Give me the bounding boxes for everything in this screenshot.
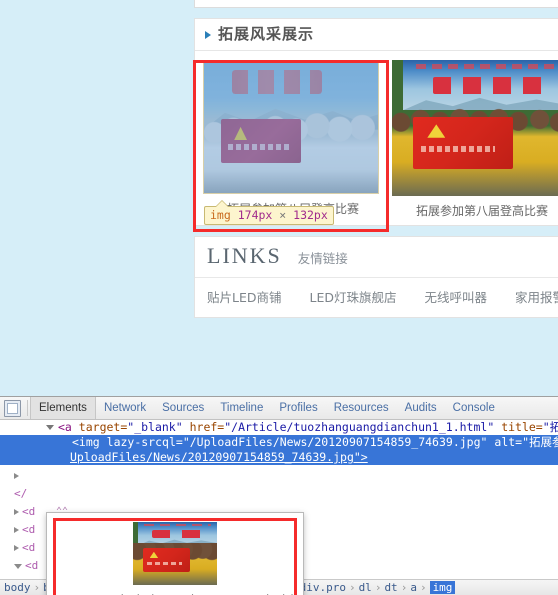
chevron-right-icon[interactable]	[14, 527, 19, 533]
chevron-right-icon[interactable]	[14, 509, 19, 515]
devtools-toolbar: Elements Network Sources Timeline Profil…	[0, 397, 558, 420]
attr-href-value: "/Article/tuozhanguangdianchun1_1.html"	[224, 420, 495, 434]
tab-elements[interactable]: Elements	[30, 397, 96, 419]
attr-alt-value: "拓展参加	[522, 435, 558, 449]
friend-link-4[interactable]: 家用报警	[515, 287, 558, 306]
triangle-right-icon	[205, 30, 211, 39]
links-section-header: LINKS 友情链接	[195, 237, 558, 278]
breadcrumb-sep: ›	[419, 581, 427, 594]
devtools-panel: Elements Network Sources Timeline Profil…	[0, 396, 558, 595]
dom-tag-img: <img	[72, 435, 100, 449]
attr-title: title=	[501, 420, 543, 434]
devtools-element-highlight	[204, 61, 378, 193]
chevron-right-icon[interactable]	[14, 473, 19, 479]
tab-timeline[interactable]: Timeline	[212, 397, 271, 419]
attr-title-value: "拓展	[542, 420, 558, 434]
attr-href: href=	[189, 420, 225, 434]
preview-flag-text	[146, 561, 182, 565]
toolbar-divider	[27, 400, 28, 416]
preview-image	[133, 522, 217, 585]
gallery-section: 拓展风采展示 拓展参加第八届登高比赛	[194, 18, 558, 226]
dock-window-icon[interactable]	[4, 399, 21, 417]
tab-console[interactable]: Console	[445, 397, 503, 419]
chevron-right-icon[interactable]	[14, 545, 19, 551]
breadcrumb-item-0[interactable]: body	[4, 581, 31, 594]
gallery-section-title: 拓展风采展示	[218, 25, 315, 43]
links-title-cn: 友情链接	[297, 251, 348, 266]
gallery-item-1[interactable]: 拓展参加第八届登高比赛	[203, 60, 383, 219]
breadcrumb-sep: ›	[400, 581, 408, 594]
breadcrumb-item-5[interactable]: dl	[359, 581, 372, 594]
breadcrumb-item-4[interactable]: div.pro	[300, 581, 346, 594]
attr-lazy-srcql: lazy-srcql=	[106, 435, 183, 449]
site-content-column: 拓展风采展示 拓展参加第八届登高比赛 LINKS 友情链接 贴片LED商铺 LE…	[194, 0, 558, 318]
attr-target-value: "_blank"	[127, 420, 183, 434]
devtools-tab-bar: Elements Network Sources Timeline Profil…	[30, 397, 503, 419]
gallery-item-2[interactable]: 拓展参加第八届登高比赛	[392, 60, 558, 219]
gallery-list: 拓展参加第八届登高比赛 拓展参加第八届登高比赛	[195, 51, 558, 225]
photo-red-flag-text	[421, 146, 496, 153]
element-size-tooltip: img 174px × 132px	[204, 200, 334, 225]
attr-lazy-srcql-value: "/UploadFiles/News/20120907154859_74639.…	[182, 435, 488, 449]
attr-target: target=	[78, 420, 128, 434]
tooltip-width: 174px	[237, 208, 273, 222]
preview-photo-content	[133, 522, 217, 585]
breadcrumb-item-7[interactable]: a	[410, 581, 417, 594]
breadcrumb-sep: ›	[348, 581, 356, 594]
tab-sources[interactable]: Sources	[154, 397, 212, 419]
browser-page-viewport: 拓展风采展示 拓展参加第八届登高比赛 LINKS 友情链接 贴片LED商铺 LE…	[0, 0, 558, 371]
dom-ghost-row-1[interactable]	[0, 468, 60, 486]
tab-profiles[interactable]: Profiles	[271, 397, 325, 419]
gallery-thumbnail-2[interactable]	[392, 60, 558, 196]
links-section: LINKS 友情链接 贴片LED商铺 LED灯珠旗舰店 无线呼叫器 家用报警	[194, 236, 558, 318]
gallery-caption-2: 拓展参加第八届登高比赛	[415, 204, 548, 218]
preview-red-flag	[143, 548, 191, 573]
dom-node-img-selected[interactable]: <img lazy-srcql="/UploadFiles/News/20120…	[0, 435, 558, 450]
breadcrumb-sep: ›	[374, 581, 382, 594]
photo-red-flag	[413, 117, 514, 169]
breadcrumb-sep: ›	[33, 581, 41, 594]
friend-link-2[interactable]: LED灯珠旗舰店	[310, 287, 397, 306]
attr-src-continuation: UploadFiles/News/20120907154859_74639.jp…	[70, 450, 368, 464]
friend-link-3[interactable]: 无线呼叫器	[425, 287, 488, 306]
chevron-down-icon[interactable]	[46, 425, 54, 430]
attr-alt: alt=	[494, 435, 523, 449]
chevron-down-icon[interactable]	[14, 563, 22, 569]
dom-ghost-row-2[interactable]: </	[0, 486, 60, 504]
dom-node-anchor[interactable]: <a target="_blank" href="/Article/tuozha…	[0, 420, 558, 435]
gallery-thumbnail-1[interactable]	[203, 60, 379, 194]
tab-resources[interactable]: Resources	[326, 397, 397, 419]
previous-panel-bottom	[194, 0, 558, 8]
breadcrumb-item-6[interactable]: dt	[384, 581, 397, 594]
links-title-en: LINKS	[207, 243, 282, 268]
tooltip-height: 132px	[293, 208, 328, 222]
gallery-section-header: 拓展风采展示	[195, 19, 558, 51]
dom-tree[interactable]: <a target="_blank" href="/Article/tuozha…	[0, 420, 558, 595]
links-list: 贴片LED商铺 LED灯珠旗舰店 无线呼叫器 家用报警	[195, 278, 558, 317]
tooltip-tag-name: img	[210, 208, 231, 222]
tab-network[interactable]: Network	[96, 397, 154, 419]
dom-node-img-wrap-line[interactable]: UploadFiles/News/20120907154859_74639.jp…	[0, 450, 558, 465]
tab-audits[interactable]: Audits	[397, 397, 445, 419]
friend-link-1[interactable]: 贴片LED商铺	[207, 287, 282, 306]
tooltip-separator: ×	[279, 208, 287, 222]
dom-tag-a: <a	[58, 420, 72, 434]
photo-opening-ceremony-yellow-shirts	[392, 60, 558, 196]
breadcrumb-item-selected[interactable]: img	[429, 581, 456, 594]
image-preview-popup: 174 × 132 pixels (Natural: 156 × 117 pix…	[46, 512, 304, 595]
